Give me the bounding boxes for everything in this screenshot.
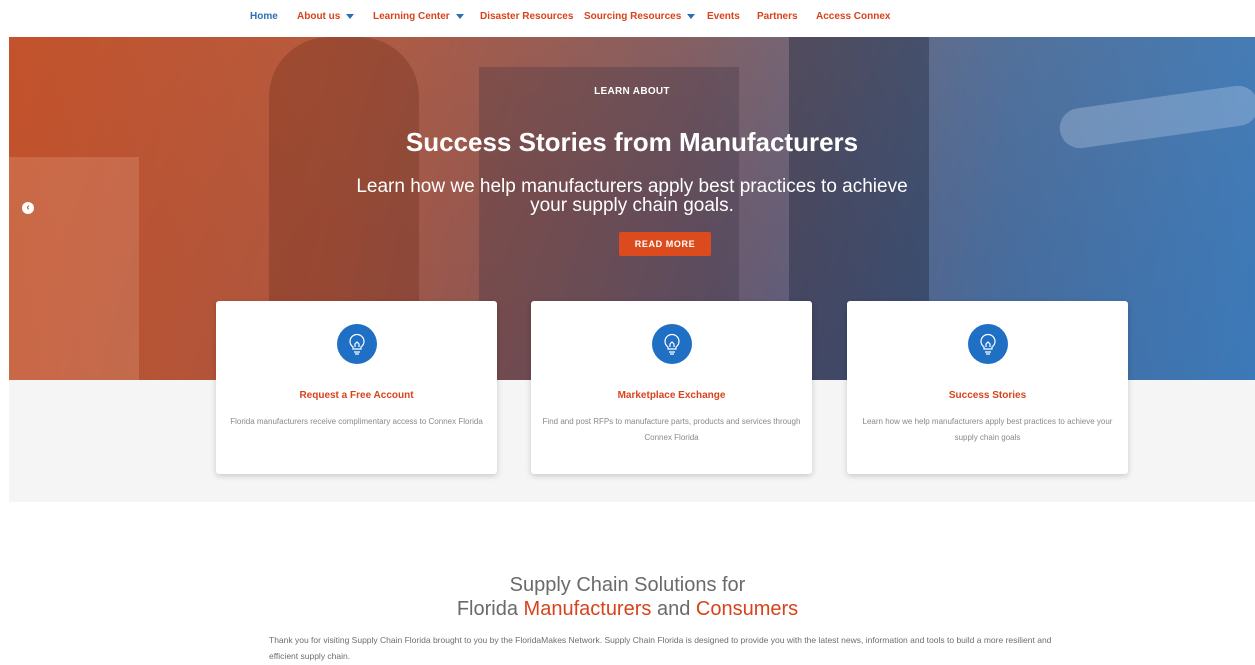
nav-events[interactable]: Events (707, 11, 757, 22)
chevron-down-icon (455, 14, 464, 19)
nav-sourcing-resources[interactable]: Sourcing Resources (584, 11, 707, 22)
solutions-heading-line2: Florida Manufacturers and Consumers (456, 598, 799, 620)
nav-access-connex[interactable]: Access Connex (816, 11, 896, 22)
hero-eyebrow: LEARN ABOUT (594, 86, 670, 97)
lightbulb-icon (337, 324, 377, 364)
card-request-free-account[interactable]: Request a Free Account Florida manufactu… (216, 301, 497, 474)
chevron-down-icon (346, 14, 355, 19)
card-title: Request a Free Account (299, 390, 414, 401)
card-success-stories[interactable]: Success Stories Learn how we help manufa… (847, 301, 1128, 474)
read-more-button[interactable]: READ MORE (619, 232, 711, 256)
hero-image-shape (9, 157, 139, 380)
chevron-down-icon (687, 14, 696, 19)
card-title: Marketplace Exchange (617, 390, 726, 401)
top-nav: Home About us Learning Center Disaster R… (0, 0, 1255, 36)
nav-learning-center[interactable]: Learning Center (373, 11, 480, 22)
lightbulb-icon (968, 324, 1008, 364)
hero-subtitle: Learn how we help manufacturers apply be… (356, 176, 908, 216)
nav-partners[interactable]: Partners (757, 11, 816, 22)
solutions-body: Thank you for visiting Supply Chain Flor… (269, 635, 1052, 661)
hero-title: Success Stories from Manufacturers (405, 127, 859, 157)
card-text: Florida manufacturers receive compliment… (230, 417, 483, 426)
solutions-heading: Supply Chain Solutions for Florida Manuf… (0, 573, 1255, 621)
solutions-heading-line1: Supply Chain Solutions for (509, 574, 746, 596)
nav-menu: Home About us Learning Center Disaster R… (250, 11, 896, 22)
nav-about-us[interactable]: About us (297, 11, 373, 22)
card-text: Find and post RFPs to manufacture parts,… (542, 417, 801, 442)
card-text: Learn how we help manufacturers apply be… (862, 417, 1113, 442)
nav-disaster-resources[interactable]: Disaster Resources (480, 11, 584, 22)
lightbulb-icon (652, 324, 692, 364)
chevron-left-icon[interactable]: ‹ (22, 202, 34, 214)
card-title: Success Stories (948, 390, 1027, 401)
card-marketplace-exchange[interactable]: Marketplace Exchange Find and post RFPs … (531, 301, 812, 474)
nav-home[interactable]: Home (250, 11, 297, 22)
